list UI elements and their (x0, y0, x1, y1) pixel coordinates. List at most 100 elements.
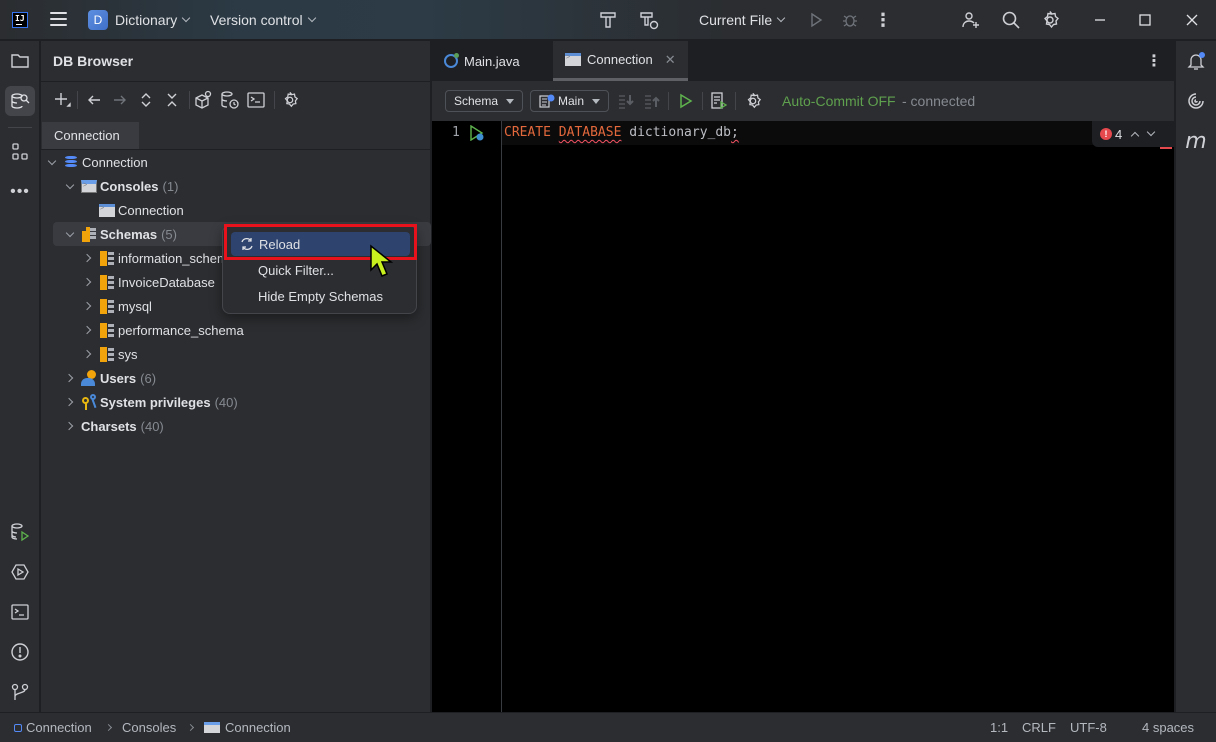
breadcrumb-console-connection[interactable]: Connection (204, 720, 291, 735)
sql-editor[interactable]: 1 CREATE DATABASE dictionary_db; ! 4 (432, 121, 1174, 712)
expand-arrow-icon[interactable] (81, 299, 95, 313)
expand-arrow-icon[interactable] (81, 347, 95, 361)
problems-icon[interactable] (5, 637, 35, 667)
add-user-icon[interactable] (961, 10, 981, 30)
app-logo[interactable]: IJ (12, 12, 28, 28)
line-separator[interactable]: CRLF (1022, 720, 1056, 735)
minimize-icon[interactable] (1090, 10, 1110, 30)
commit-icon[interactable] (616, 91, 636, 111)
execute-statement-icon[interactable] (676, 91, 696, 111)
settings-icon[interactable] (743, 91, 763, 111)
tree-node-users[interactable]: Users (6) (41, 366, 431, 390)
previous-problem-icon[interactable] (1130, 131, 1140, 140)
forward-icon[interactable] (109, 89, 131, 111)
tree-node-connection[interactable]: Connection (41, 150, 431, 174)
cursor-position[interactable]: 1:1 (990, 720, 1008, 735)
maven-icon[interactable]: m (1184, 129, 1208, 154)
users-icon (81, 370, 97, 386)
add-connection-icon[interactable] (51, 89, 73, 111)
expand-arrow-icon[interactable] (81, 275, 95, 289)
line-number: 1 (452, 125, 460, 140)
tab-label: Main.java (464, 53, 520, 69)
expand-arrow-icon[interactable] (63, 419, 77, 433)
tree-node-schema[interactable]: performance_schema (41, 318, 431, 342)
debug-icon[interactable] (840, 10, 860, 30)
git-icon[interactable] (5, 677, 35, 707)
indent-setting[interactable]: 4 spaces (1142, 720, 1194, 735)
breadcrumb-connection[interactable]: Connection (14, 720, 92, 735)
breadcrumb-consoles[interactable]: Consoles (122, 720, 176, 735)
connection-tab[interactable]: Connection (42, 122, 139, 150)
next-problem-icon[interactable] (1146, 127, 1156, 137)
inspection-widget[interactable]: ! 4 (1092, 121, 1174, 147)
session-dropdown[interactable]: Main (530, 90, 610, 112)
tab-connection[interactable]: Connection ✕ (553, 41, 688, 81)
run-statement-gutter-icon[interactable] (470, 125, 484, 141)
panel-title: DB Browser (53, 53, 134, 69)
tree-node-label: System privileges (100, 394, 211, 410)
expand-arrow-icon[interactable] (63, 395, 77, 409)
execute-script-icon[interactable] (709, 91, 729, 111)
mouse-cursor-icon (370, 244, 394, 277)
expand-arrow-icon[interactable] (63, 227, 77, 241)
expand-arrow-icon[interactable] (63, 179, 77, 193)
rebuild-icon[interactable] (639, 10, 659, 30)
close-tab-icon[interactable]: ✕ (665, 52, 676, 68)
expand-arrow-icon[interactable] (81, 251, 95, 265)
tree-node-system-privileges[interactable]: System privileges (40) (41, 390, 431, 414)
back-icon[interactable] (83, 89, 105, 111)
version-control-menu[interactable]: Version control (210, 12, 316, 28)
tree-node-schema[interactable]: sys (41, 342, 431, 366)
project-folder-icon[interactable] (5, 46, 35, 76)
auto-commit-toggle[interactable]: Auto-Commit OFF (782, 93, 896, 109)
structure-icon[interactable] (5, 137, 35, 167)
expand-arrow-icon[interactable] (45, 155, 59, 169)
file-encoding[interactable]: UTF-8 (1070, 720, 1107, 735)
settings-icon[interactable] (279, 89, 301, 111)
settings-gear-icon[interactable] (1040, 10, 1060, 30)
more-tools-icon[interactable]: ••• (5, 177, 35, 207)
rollback-icon[interactable] (642, 91, 662, 111)
run-config-selector[interactable]: Current File (699, 12, 786, 28)
db-browser-icon[interactable] (5, 86, 35, 116)
maximize-icon[interactable] (1135, 10, 1155, 30)
services-icon[interactable] (5, 557, 35, 587)
collapse-all-icon[interactable] (161, 89, 183, 111)
schemas-icon (81, 226, 97, 242)
schema-dropdown[interactable]: Schema (445, 90, 524, 112)
console-icon[interactable] (245, 89, 267, 111)
code-line[interactable]: CREATE DATABASE dictionary_db; (504, 125, 739, 140)
search-icon[interactable] (1001, 10, 1021, 30)
more-icon[interactable]: ⋮ (873, 10, 893, 30)
error-stripe-marker[interactable] (1160, 147, 1172, 149)
menu-item-hide-empty-schemas[interactable]: Hide Empty Schemas (231, 284, 410, 308)
close-icon[interactable] (1182, 10, 1202, 30)
database-icon (63, 154, 79, 170)
hamburger-menu-icon[interactable] (50, 12, 67, 26)
status-bar: Connection Consoles Connection 1:1 CRLF … (0, 712, 1216, 742)
run-icon[interactable] (806, 10, 826, 30)
terminal-icon[interactable] (5, 597, 35, 627)
java-class-icon (444, 53, 459, 68)
tab-main-java[interactable]: Main.java (432, 41, 532, 81)
tree-node-console-connection[interactable]: Connection (41, 198, 431, 222)
editor-toolbar: Schema Main Auto-Commit OFF - connected (432, 81, 1174, 121)
object-search-icon[interactable] (193, 89, 215, 111)
project-selector[interactable]: D Dictionary (88, 10, 191, 30)
build-hammer-icon[interactable] (598, 10, 618, 30)
schema-dropdown-value: Schema (454, 94, 499, 108)
db-execution-icon[interactable] (5, 517, 35, 547)
project-badge: D (88, 10, 108, 30)
tree-node-consoles[interactable]: Consoles (1) (41, 174, 431, 198)
expand-arrow-icon[interactable] (63, 371, 77, 385)
more-icon[interactable]: ⋮ (1146, 51, 1162, 71)
editor-gutter: 1 (432, 121, 502, 712)
notifications-icon[interactable] (1184, 49, 1208, 73)
expand-arrow-icon[interactable] (81, 323, 95, 337)
expand-all-icon[interactable] (135, 89, 157, 111)
ai-assistant-icon[interactable] (1184, 89, 1208, 113)
tree-node-count: (40) (140, 418, 164, 434)
history-icon[interactable] (219, 89, 241, 111)
tree-node-charsets[interactable]: Charsets (40) (41, 414, 431, 438)
tree-node-label: Users (100, 370, 137, 386)
